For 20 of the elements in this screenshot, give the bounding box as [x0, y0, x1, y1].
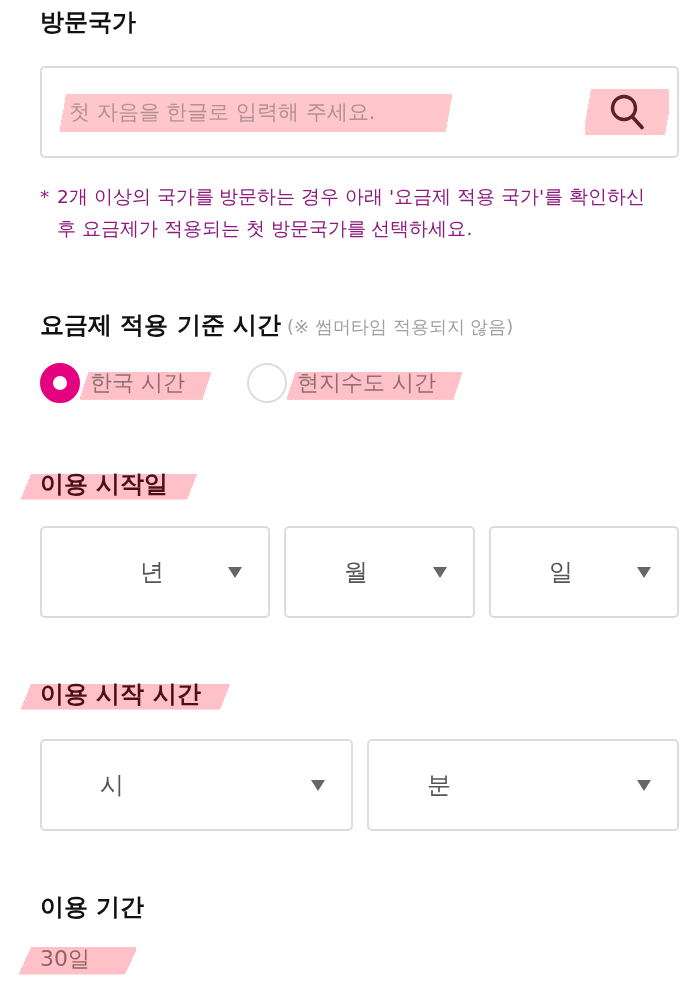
- dropdown-select[interactable]: 시: [40, 739, 353, 831]
- dropdown-select[interactable]: 년: [40, 526, 271, 618]
- notice-text: 2개 이상의 국가를 방문하는 경우 아래 '요금제 적용 국가'를 확인하신 후 요금제가 적용되는 첫 방문국가를 선택하세요.: [57, 185, 646, 241]
- search-field[interactable]: 첫 자음을 한글로 입력해 주세요.: [40, 66, 679, 158]
- dropdown-select[interactable]: 일: [488, 526, 679, 618]
- hint-text: (※ 썸머타임 적용되지 않음): [287, 315, 514, 339]
- radio-button[interactable]: [40, 363, 80, 403]
- caret-icon: [432, 566, 447, 578]
- section-title: 방문국가: [40, 7, 136, 38]
- section-title: 요금제 적용 기준 시간: [40, 310, 282, 341]
- caret-icon: [637, 566, 651, 578]
- dropdown-select[interactable]: 월: [284, 526, 475, 618]
- caret-icon: [228, 566, 243, 578]
- search-button[interactable]: [585, 89, 669, 135]
- caret-icon: [310, 779, 325, 791]
- note-asterisk: *: [40, 185, 51, 209]
- section-title: 이용 기간: [40, 892, 145, 923]
- search-icon: [610, 94, 644, 130]
- caret-icon: [637, 779, 651, 791]
- dropdown-select[interactable]: 분: [366, 739, 679, 831]
